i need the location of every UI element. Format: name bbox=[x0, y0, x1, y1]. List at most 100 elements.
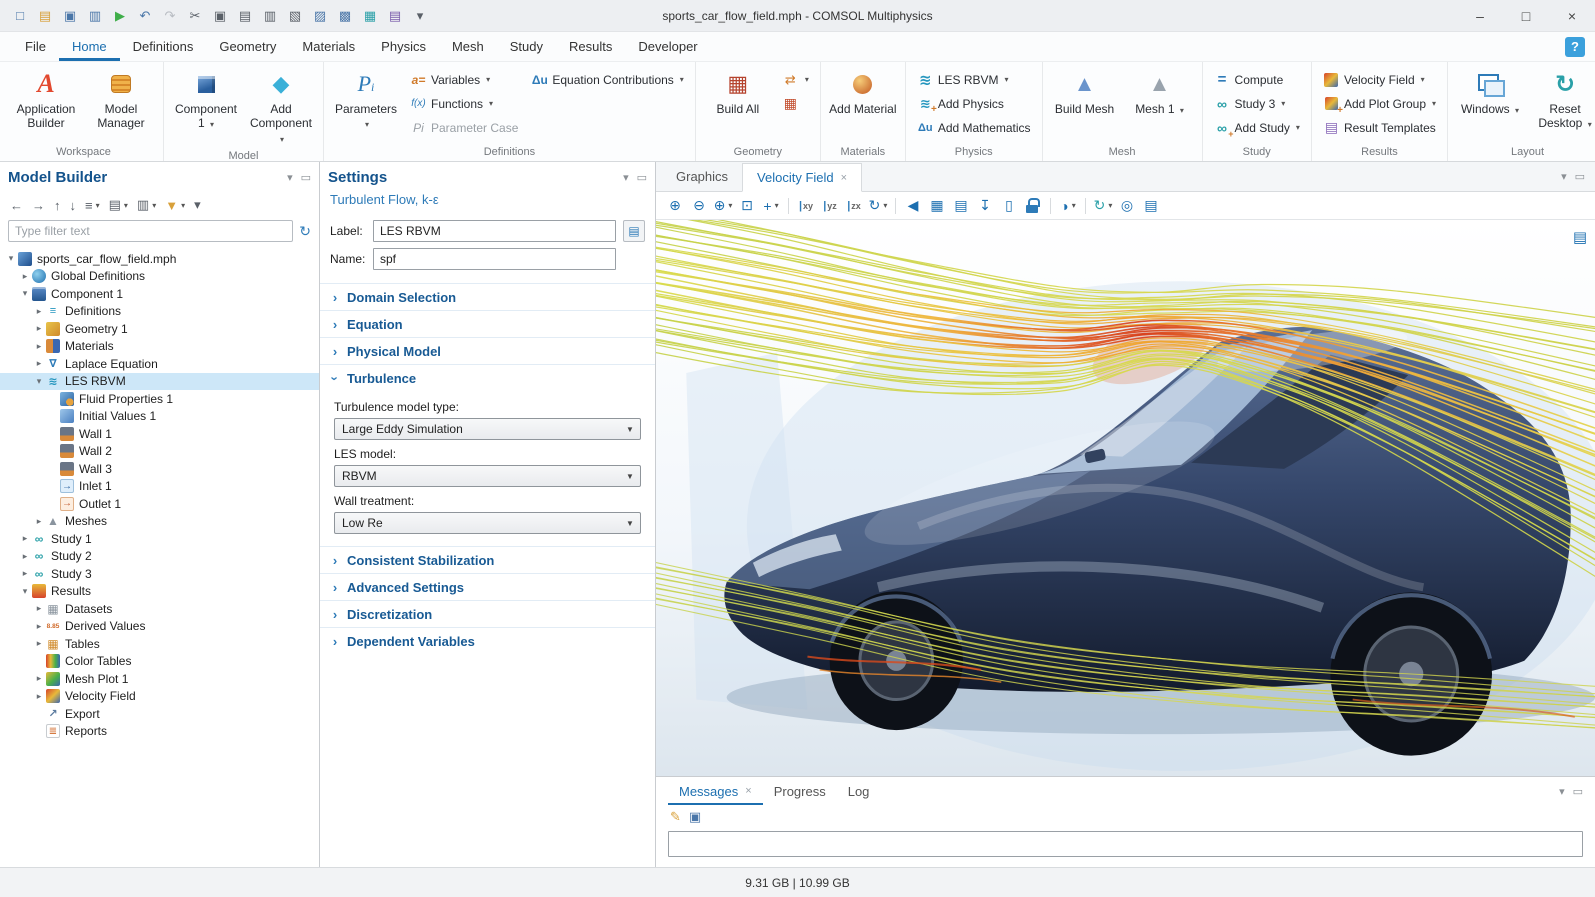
tree-expander-icon[interactable]: ▸ bbox=[32, 603, 46, 614]
move-up-icon[interactable]: ↑ bbox=[54, 198, 61, 213]
save-icon[interactable]: ▣ bbox=[58, 4, 82, 28]
tab-messages[interactable]: Messages× bbox=[668, 777, 763, 805]
redo-icon[interactable]: ↷ bbox=[158, 4, 182, 28]
tree-expander-icon[interactable]: ▸ bbox=[18, 568, 32, 579]
panel-float-icon[interactable]: ▭ bbox=[637, 171, 647, 184]
tree-expander-icon[interactable]: ▸ bbox=[32, 621, 46, 632]
undo-icon[interactable]: ↶ bbox=[133, 4, 157, 28]
close-icon[interactable]: × bbox=[745, 785, 751, 797]
copy-icon[interactable]: ▣ bbox=[689, 809, 701, 825]
ribbon-button-variables[interactable]: Variables▾ bbox=[406, 69, 522, 90]
tree-settings-icon[interactable]: ▤▾ bbox=[109, 197, 128, 213]
ribbon-button-compute[interactable]: Compute bbox=[1210, 69, 1304, 90]
tab-velocity-field[interactable]: Velocity Field× bbox=[742, 163, 862, 192]
minimize-button[interactable]: – bbox=[1457, 0, 1503, 32]
export-plot-data-icon[interactable]: ↧ bbox=[974, 195, 996, 217]
tree-item-initial-values-1[interactable]: Initial Values 1 bbox=[0, 408, 319, 426]
label-edit-button[interactable]: ▤ bbox=[623, 220, 645, 242]
panel-menu-icon[interactable]: ▾ bbox=[287, 171, 293, 184]
maximize-button[interactable]: □ bbox=[1503, 0, 1549, 32]
plot-panel-toggle-icon[interactable]: ▤ bbox=[1573, 228, 1587, 246]
panel-menu-icon[interactable]: ▾ bbox=[1559, 785, 1565, 798]
tree-expander-icon[interactable]: ▸ bbox=[32, 358, 46, 369]
ribbon-button-import-geom[interactable]: ▾ bbox=[778, 69, 813, 90]
ribbon-button-result-templates[interactable]: Result Templates bbox=[1319, 117, 1440, 138]
zoom-in-icon[interactable]: ⊕ bbox=[664, 195, 686, 217]
lock-icon[interactable] bbox=[1022, 195, 1044, 217]
tree-expander-icon[interactable]: ▸ bbox=[32, 638, 46, 649]
tree-expander-icon[interactable]: ▸ bbox=[18, 551, 32, 562]
menu-tab-mesh[interactable]: Mesh bbox=[439, 32, 497, 61]
print-icon[interactable]: ▤ bbox=[1140, 195, 1162, 217]
ribbon-button-build-mesh[interactable]: Build Mesh bbox=[1050, 67, 1120, 118]
snapshot-icon[interactable]: ◎ bbox=[1116, 195, 1138, 217]
menu-tab-materials[interactable]: Materials bbox=[289, 32, 368, 61]
panel-menu-icon[interactable]: ▾ bbox=[1561, 170, 1567, 183]
save-as-icon[interactable]: ▥ bbox=[83, 4, 107, 28]
tree-expander-icon[interactable]: ▸ bbox=[18, 271, 32, 282]
tree-expander-icon[interactable]: ▾ bbox=[18, 586, 32, 597]
duplicate-icon[interactable]: ▥ bbox=[258, 4, 282, 28]
settings-section-domain-selection[interactable]: ›Domain Selection bbox=[320, 283, 655, 310]
tab-log[interactable]: Log bbox=[837, 777, 881, 805]
scene-image-icon[interactable]: ▦ bbox=[926, 195, 948, 217]
ribbon-button-parameters[interactable]: Parameters ▾ bbox=[331, 67, 401, 133]
ribbon-button-component-1[interactable]: Component 1 ▾ bbox=[171, 67, 241, 133]
name-input[interactable] bbox=[373, 248, 616, 270]
zoom-selected-icon[interactable]: ⊕▾ bbox=[712, 195, 734, 217]
ribbon-button-velocity-field[interactable]: Velocity Field▾ bbox=[1319, 69, 1440, 90]
menu-tab-developer[interactable]: Developer bbox=[625, 32, 710, 61]
tree-item-definitions[interactable]: ▸Definitions bbox=[0, 303, 319, 321]
zoom-out-icon[interactable]: ⊖ bbox=[688, 195, 710, 217]
ribbon-button-add-study[interactable]: Add Study▾ bbox=[1210, 117, 1304, 138]
view-zx-icon[interactable]: |zx bbox=[843, 195, 865, 217]
copy-icon[interactable]: ▣ bbox=[208, 4, 232, 28]
tree-expander-icon[interactable]: ▾ bbox=[4, 253, 18, 264]
ribbon-button-les-rbvm[interactable]: LES RBVM▾ bbox=[913, 69, 1035, 90]
ribbon-button-application-builder[interactable]: Application Builder bbox=[11, 67, 81, 133]
tree-item-les-rbvm[interactable]: ▾LES RBVM bbox=[0, 373, 319, 391]
tree-item-velocity-field[interactable]: ▸Velocity Field bbox=[0, 688, 319, 706]
transparency-icon[interactable]: ◀ bbox=[902, 195, 924, 217]
label-icon[interactable]: ▨ bbox=[308, 4, 332, 28]
wall-treatment-select[interactable]: Low Re▼ bbox=[334, 512, 641, 534]
tree-item-wall-2[interactable]: Wall 2 bbox=[0, 443, 319, 461]
menu-tab-geometry[interactable]: Geometry bbox=[206, 32, 289, 61]
ribbon-button-parameter-case[interactable]: Parameter Case bbox=[406, 117, 522, 138]
tree-expander-icon[interactable]: ▸ bbox=[32, 691, 46, 702]
tree-item-outlet-1[interactable]: Outlet 1 bbox=[0, 495, 319, 513]
tree-item-color-tables[interactable]: Color Tables bbox=[0, 653, 319, 671]
ribbon-button-functions[interactable]: Functions▾ bbox=[406, 93, 522, 114]
menu-tab-physics[interactable]: Physics bbox=[368, 32, 439, 61]
new-file-icon[interactable]: □ bbox=[8, 4, 32, 28]
tree-item-component-1[interactable]: ▾Component 1 bbox=[0, 285, 319, 303]
ribbon-button-virtual-ops[interactable] bbox=[778, 93, 813, 114]
clear-icon[interactable]: ✎ bbox=[670, 809, 681, 825]
collapse-all-icon[interactable]: ↻ bbox=[299, 223, 311, 240]
tree-item-laplace-equation[interactable]: ▸Laplace Equation bbox=[0, 355, 319, 373]
table-icon[interactable]: ▤ bbox=[950, 195, 972, 217]
color-theme-icon[interactable]: ◑▾ bbox=[1057, 195, 1079, 217]
tree-item-wall-3[interactable]: Wall 3 bbox=[0, 460, 319, 478]
menu-tab-file[interactable]: File bbox=[12, 32, 59, 61]
les-model-select[interactable]: RBVM▼ bbox=[334, 465, 641, 487]
tree-item-results[interactable]: ▾Results bbox=[0, 583, 319, 601]
ribbon-button-equation-contributions[interactable]: Equation Contributions▾ bbox=[527, 69, 687, 90]
settings-section-dependent-variables[interactable]: ›Dependent Variables bbox=[320, 627, 655, 654]
ribbon-button-model-manager[interactable]: Model Manager bbox=[86, 67, 156, 133]
tree-item-reports[interactable]: Reports bbox=[0, 723, 319, 741]
ribbon-button-windows[interactable]: Windows ▾ bbox=[1455, 67, 1525, 118]
settings-section-physical-model[interactable]: ›Physical Model bbox=[320, 337, 655, 364]
view-xy-icon[interactable]: |xy bbox=[795, 195, 817, 217]
tree-expander-icon[interactable]: ▸ bbox=[32, 516, 46, 527]
tab-graphics[interactable]: Graphics bbox=[662, 162, 742, 191]
cut-icon[interactable]: ✂ bbox=[183, 4, 207, 28]
tree-expander-icon[interactable]: ▸ bbox=[32, 323, 46, 334]
tree-item-materials[interactable]: ▸Materials bbox=[0, 338, 319, 356]
split-window-icon[interactable]: ▯ bbox=[998, 195, 1020, 217]
ribbon-button-add-material[interactable]: Add Material bbox=[828, 67, 898, 118]
tree-item-global-definitions[interactable]: ▸Global Definitions bbox=[0, 268, 319, 286]
tree-item-wall-1[interactable]: Wall 1 bbox=[0, 425, 319, 443]
ribbon-button-add-mathematics[interactable]: Add Mathematics bbox=[913, 117, 1035, 138]
settings-section-turbulence[interactable]: ›Turbulence bbox=[320, 364, 655, 391]
